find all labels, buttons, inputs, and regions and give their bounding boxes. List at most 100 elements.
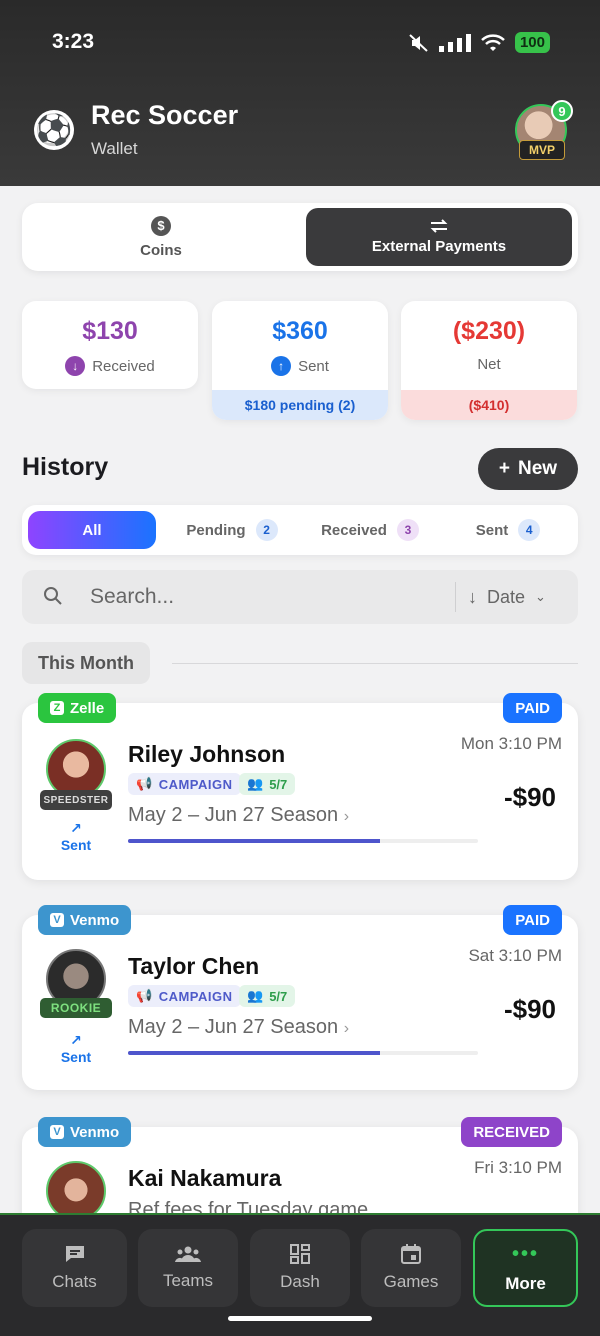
sort-label: Date	[487, 586, 526, 607]
stat-received-label: Received	[92, 357, 155, 375]
filter-pending-count: 2	[255, 519, 278, 541]
payer-name: Kai Nakamura	[128, 1165, 282, 1191]
mute-icon	[409, 33, 428, 52]
nav-dash[interactable]: Dash	[250, 1229, 350, 1307]
nav-chats-label: Chats	[52, 1272, 97, 1291]
mvp-tag: MVP	[519, 140, 565, 160]
campaign-label: CAMPAIGN	[158, 776, 233, 792]
chevron-right-icon: ›	[343, 1020, 350, 1037]
app-subtitle: Wallet	[91, 139, 138, 158]
tab-coins[interactable]: $ Coins	[22, 203, 300, 271]
people-icon: 👥	[247, 988, 264, 1003]
new-payment-button[interactable]: + New	[478, 448, 578, 490]
section-divider	[172, 663, 578, 664]
search-bar: ↓ Date ⌄	[22, 570, 578, 624]
stat-net-value: ($230)	[452, 317, 526, 345]
more-icon: •••	[511, 1242, 539, 1265]
method-tag-venmo: V Venmo	[38, 1117, 132, 1147]
rank-badge: ROOKIE	[40, 998, 112, 1018]
season-progress	[128, 839, 478, 843]
battery-indicator: 100	[514, 32, 550, 53]
search-divider	[455, 582, 456, 612]
filter-all[interactable]: All	[28, 511, 156, 549]
filter-received-count: 3	[396, 519, 419, 541]
search-input[interactable]	[90, 579, 450, 615]
method-tag-venmo: V Venmo	[38, 905, 132, 935]
stat-net-footer: ($410)	[401, 390, 577, 420]
season-label: May 2 – Jun 27 Season	[128, 804, 339, 826]
venmo-icon: V	[50, 1125, 64, 1139]
megaphone-icon: 📢	[136, 988, 153, 1003]
nav-more[interactable]: ••• More	[473, 1229, 578, 1307]
nav-chats[interactable]: Chats	[22, 1229, 127, 1307]
home-indicator	[228, 1316, 372, 1321]
rank-badge: SPEEDSTER	[40, 790, 112, 810]
transaction-card[interactable]: V Venmo PAID ROOKIE ↗ Sent Taylor Chen S…	[22, 905, 578, 1090]
season-progress	[128, 1051, 478, 1055]
swap-arrows-icon	[430, 219, 448, 233]
payer-name: Taylor Chen	[128, 953, 260, 979]
filter-sent[interactable]: Sent 4	[458, 511, 558, 549]
arrow-up-right-icon: ↗	[70, 820, 82, 836]
season-progress-fill	[128, 1051, 380, 1055]
arrow-up-right-icon: ↗	[70, 1032, 82, 1048]
stat-received-value: $130	[82, 317, 138, 345]
tab-external-payments[interactable]: External Payments	[306, 208, 572, 266]
soccer-ball-icon: ⚽	[34, 110, 74, 150]
search-icon	[44, 587, 62, 605]
method-label: Zelle	[70, 699, 105, 717]
signal-icon	[438, 33, 471, 52]
campaign-badge: 📢 CAMPAIGN	[128, 773, 241, 795]
sort-arrow-down-icon: ↓	[468, 586, 477, 607]
filter-pending-label: Pending	[186, 521, 246, 539]
stat-net: ($230) Net ($410)	[401, 301, 577, 420]
nav-games[interactable]: Games	[361, 1229, 461, 1307]
avatar	[46, 1161, 106, 1221]
section-month: This Month	[22, 642, 150, 684]
transaction-card[interactable]: Z Zelle PAID SPEEDSTER ↗ Sent Riley John…	[22, 693, 578, 880]
nav-dash-label: Dash	[280, 1272, 320, 1291]
teams-icon	[175, 1246, 201, 1262]
method-label: Venmo	[70, 1123, 120, 1141]
stat-received: $130 ↓ Received	[22, 301, 198, 389]
method-tag-zelle: Z Zelle	[38, 693, 117, 723]
season-link[interactable]: May 2 – Jun 27 Season ›	[128, 804, 349, 827]
stat-net-label: Net	[477, 356, 501, 373]
sort-dropdown[interactable]: ↓ Date ⌄	[468, 582, 546, 612]
new-payment-label: New	[518, 458, 558, 479]
chevron-right-icon: ›	[343, 808, 350, 825]
season-progress-fill	[128, 839, 380, 843]
filter-all-label: All	[82, 521, 102, 539]
dashboard-icon	[290, 1244, 310, 1264]
stat-sent: $360 ↑ Sent $180 pending (2)	[212, 301, 388, 420]
app-header: 3:23 100 ⚽ Rec Soccer Wallet 9 MVP	[0, 0, 600, 186]
tab-coins-label: Coins	[140, 241, 182, 259]
arrow-up-icon: ↑	[271, 356, 292, 376]
nav-more-label: More	[505, 1273, 546, 1293]
participants-count: 5/7	[269, 776, 288, 792]
participants-badge: 👥 5/7	[239, 985, 296, 1007]
filter-received-label: Received	[321, 521, 387, 539]
wifi-icon	[481, 33, 505, 51]
campaign-label: CAMPAIGN	[158, 988, 233, 1004]
status-icons: 100	[409, 32, 550, 53]
transaction-time: Sat 3:10 PM	[468, 946, 562, 965]
tab-external-label: External Payments	[371, 238, 507, 255]
filter-received[interactable]: Received 3	[310, 511, 430, 549]
nav-teams-label: Teams	[162, 1271, 214, 1290]
calendar-icon	[401, 1244, 421, 1264]
wallet-segment-control: $ Coins External Payments	[22, 203, 578, 271]
history-title: History	[22, 453, 109, 481]
season-link[interactable]: May 2 – Jun 27 Season ›	[128, 1016, 349, 1039]
arrow-down-icon: ↓	[65, 356, 86, 376]
method-label: Venmo	[70, 911, 120, 929]
direction-indicator: ↗ Sent	[46, 1032, 106, 1065]
direction-indicator: ↗ Sent	[46, 820, 106, 853]
direction-label: Sent	[60, 837, 92, 853]
nav-teams[interactable]: Teams	[138, 1229, 238, 1307]
participants-count: 5/7	[269, 988, 288, 1004]
season-label: May 2 – Jun 27 Season	[128, 1016, 339, 1038]
filter-pending[interactable]: Pending 2	[172, 511, 292, 549]
direction-label: Sent	[60, 1049, 92, 1065]
transaction-time: Mon 3:10 PM	[460, 734, 562, 753]
